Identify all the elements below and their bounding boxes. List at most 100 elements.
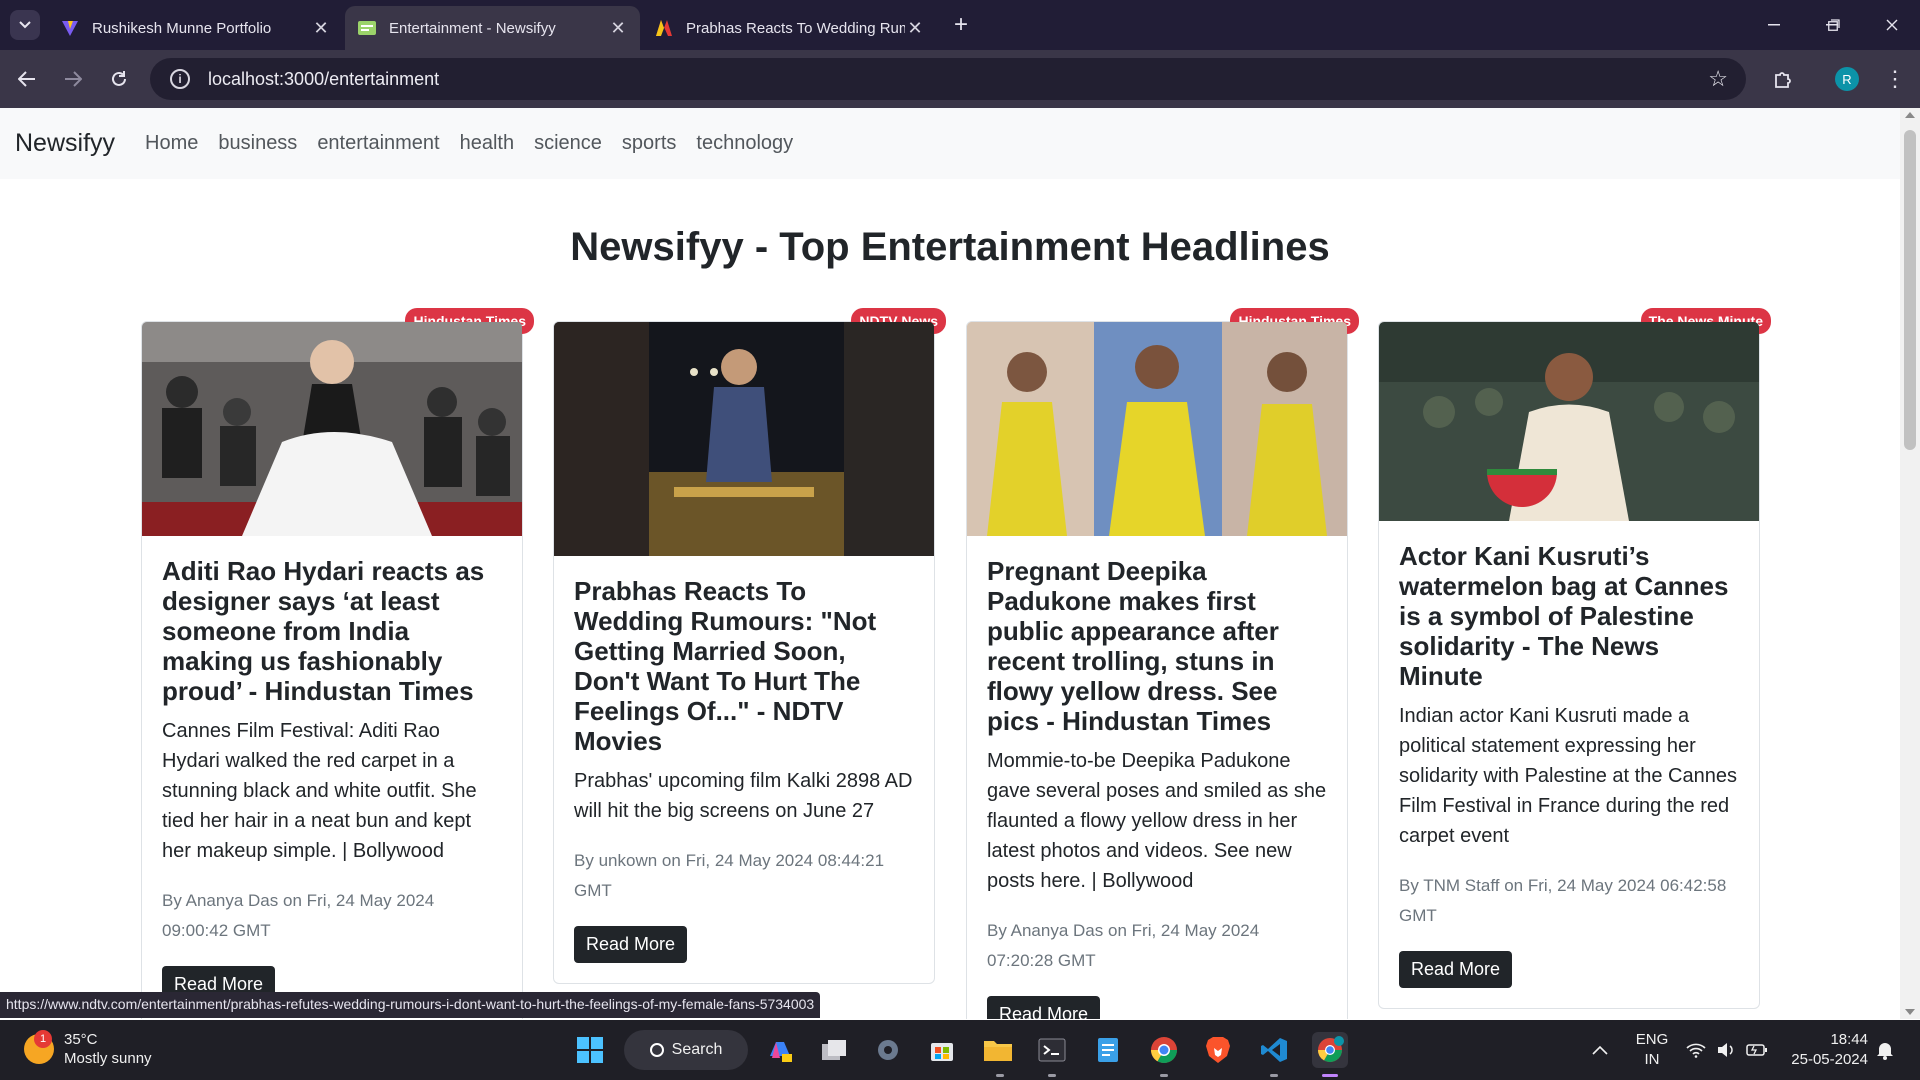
- on-label: on: [1108, 921, 1127, 940]
- battery-icon[interactable]: [1746, 1020, 1768, 1080]
- lang-line1: ENG: [1635, 1031, 1669, 1048]
- notepad-icon[interactable]: [1090, 1032, 1126, 1068]
- forward-arrow-icon[interactable]: [58, 64, 88, 94]
- article-description: Mommie-to-be Deepika Padukone gave sever…: [987, 750, 1327, 892]
- article-title: Prabhas Reacts To Wedding Rumours: "Not …: [574, 576, 877, 756]
- article-author: unkown: [598, 851, 658, 870]
- tab-prabhas[interactable]: Prabhas Reacts To Wedding Rumours ✕: [642, 6, 937, 50]
- back-arrow-icon[interactable]: [12, 64, 42, 94]
- link-status-bar: https://www.ndtv.com/entertainment/prabh…: [0, 992, 821, 1018]
- by-label: By: [162, 891, 182, 910]
- article-description: Prabhas' upcoming film Kalki 2898 AD wil…: [574, 770, 913, 822]
- on-label: on: [661, 851, 681, 870]
- running-indicator: [1048, 1074, 1056, 1077]
- copilot-icon[interactable]: [762, 1032, 798, 1068]
- close-icon[interactable]: ✕: [311, 18, 331, 39]
- ndtv-favicon-icon: [656, 20, 672, 36]
- ms-store-icon[interactable]: [924, 1032, 960, 1068]
- article-image: [967, 322, 1347, 536]
- show-hidden-icons[interactable]: [1592, 1020, 1608, 1080]
- weather-temp: 35°C: [64, 1031, 98, 1048]
- article-title: Pregnant Deepika Padukone makes first pu…: [987, 556, 1279, 736]
- browser-tab-bar: Rushikesh Munne Portfolio ✕ Entertainmen…: [0, 0, 1920, 50]
- language-indicator[interactable]: ENG IN: [1634, 1030, 1670, 1070]
- clock-date: 25-05-2024: [1791, 1051, 1868, 1068]
- browser-toolbar: i localhost:3000/entertainment ☆ R ⋮: [0, 50, 1920, 108]
- by-label: By: [574, 851, 594, 870]
- scrollbar-thumb[interactable]: [1904, 130, 1916, 450]
- article-meta: By unkown on Fri, 24 May 2024 08:44:21 G…: [574, 846, 914, 906]
- close-icon[interactable]: ✕: [905, 18, 925, 39]
- news-card: Hindustan Times Aditi Rao Hydari reacts …: [141, 308, 534, 1019]
- tab-portfolio[interactable]: Rushikesh Munne Portfolio ✕: [48, 6, 343, 50]
- tab-title: Prabhas Reacts To Wedding Rumours: [686, 19, 905, 37]
- article-title: Actor Kani Kusruti’s watermelon bag at C…: [1399, 541, 1729, 691]
- more-menu-icon[interactable]: ⋮: [1880, 64, 1910, 94]
- wifi-icon[interactable]: [1686, 1020, 1706, 1080]
- nav-link-health[interactable]: health: [460, 132, 515, 155]
- chevron-down-icon: [19, 21, 31, 29]
- nav-link-technology[interactable]: technology: [696, 132, 793, 155]
- active-indicator: [1322, 1074, 1338, 1077]
- article-description: Cannes Film Festival: Aditi Rao Hydari w…: [162, 720, 477, 862]
- terminal-icon[interactable]: [1034, 1032, 1070, 1068]
- close-window-icon[interactable]: [1872, 10, 1912, 40]
- page-scrollbar[interactable]: [1900, 108, 1920, 1019]
- settings-gear-icon[interactable]: [870, 1032, 906, 1068]
- nav-link-sports[interactable]: sports: [622, 132, 676, 155]
- new-tab-button[interactable]: +: [946, 10, 976, 40]
- nav-link-business[interactable]: business: [218, 132, 297, 155]
- weather-widget[interactable]: 1 35°C Mostly sunny: [24, 1030, 152, 1068]
- search-icon: [649, 1043, 664, 1057]
- search-label: Search: [671, 1041, 723, 1058]
- read-more-button[interactable]: Read More: [574, 926, 688, 963]
- article-description: Indian actor Kani Kusruti made a politic…: [1399, 705, 1737, 847]
- read-more-button[interactable]: Read More: [1399, 951, 1513, 988]
- weather-alert-badge: 1: [34, 1030, 52, 1048]
- profile-avatar[interactable]: R: [1835, 67, 1859, 91]
- windows-start-icon[interactable]: [572, 1032, 608, 1068]
- minimize-icon[interactable]: [1754, 10, 1794, 40]
- news-card: Hindustan Times Pregnant Deepika Padukon…: [966, 308, 1359, 1019]
- article-image: [142, 322, 522, 536]
- chrome-icon[interactable]: [1146, 1032, 1182, 1068]
- task-view-icon[interactable]: [816, 1032, 852, 1068]
- close-icon[interactable]: ✕: [608, 18, 628, 39]
- weather-sun-icon: 1: [24, 1030, 54, 1064]
- tab-entertainment[interactable]: Entertainment - Newsifyy ✕: [345, 6, 640, 50]
- running-indicator: [996, 1074, 1004, 1077]
- page-title: Newsifyy - Top Entertainment Headlines: [570, 225, 1330, 269]
- url-text[interactable]: localhost:3000/entertainment: [208, 69, 439, 90]
- notification-bell-icon[interactable]: [1876, 1020, 1894, 1080]
- chrome-profile-icon[interactable]: [1312, 1032, 1348, 1068]
- article-meta: By Ananya Das on Fri, 24 May 2024 07:20:…: [987, 916, 1327, 976]
- news-card: The News Minute Actor Kani Kusruti’s wat…: [1378, 308, 1771, 1009]
- tab-title: Rushikesh Munne Portfolio: [92, 19, 272, 37]
- address-bar[interactable]: i localhost:3000/entertainment ☆: [150, 58, 1746, 100]
- nav-link-entertainment[interactable]: entertainment: [317, 132, 439, 155]
- scroll-down-icon[interactable]: [1905, 1009, 1915, 1015]
- taskbar-clock[interactable]: 18:44 25-05-2024: [1786, 1030, 1868, 1070]
- nav-link-home[interactable]: Home: [145, 132, 198, 155]
- vscode-icon[interactable]: [1256, 1032, 1292, 1068]
- nav-link-science[interactable]: science: [534, 132, 602, 155]
- extensions-puzzle-icon[interactable]: [1768, 64, 1798, 94]
- running-indicator: [1270, 1074, 1278, 1077]
- bookmark-star-icon[interactable]: ☆: [1708, 66, 1728, 92]
- site-info-icon[interactable]: i: [170, 69, 190, 89]
- brave-icon[interactable]: [1200, 1032, 1236, 1068]
- newsifyy-favicon-icon: [358, 21, 376, 35]
- file-explorer-icon[interactable]: [980, 1032, 1016, 1068]
- site-navbar: Newsifyy Home business entertainment hea…: [0, 108, 1900, 179]
- article-author: Ananya Das: [185, 891, 279, 910]
- reload-icon[interactable]: [104, 64, 134, 94]
- volume-icon[interactable]: [1716, 1020, 1736, 1080]
- taskbar-search[interactable]: Search: [624, 1030, 748, 1070]
- site-brand[interactable]: Newsifyy: [15, 129, 115, 158]
- tab-search-button[interactable]: [10, 10, 40, 40]
- article-meta: By TNM Staff on Fri, 24 May 2024 06:42:5…: [1399, 871, 1739, 931]
- read-more-button[interactable]: Read More: [987, 996, 1101, 1019]
- restore-icon[interactable]: [1814, 10, 1854, 40]
- by-label: By: [987, 921, 1007, 940]
- scroll-up-icon[interactable]: [1905, 112, 1915, 118]
